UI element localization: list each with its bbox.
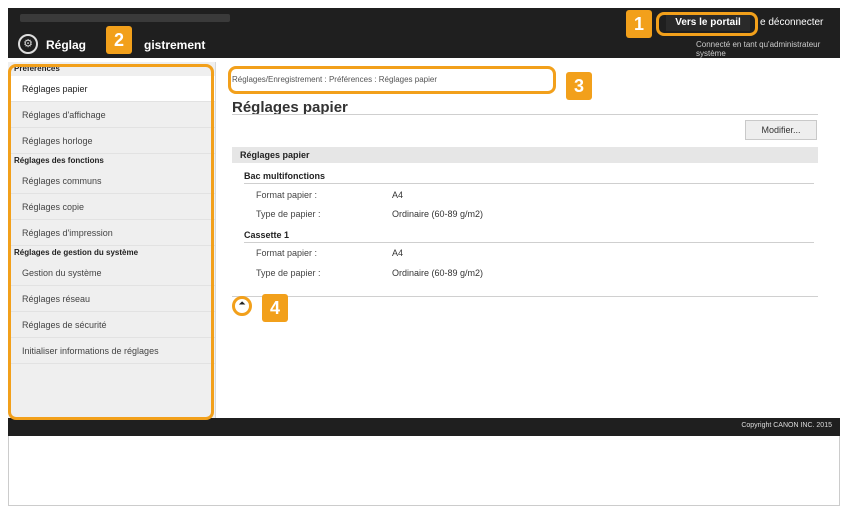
row-value: A4 (392, 248, 404, 258)
footer-area (8, 436, 840, 506)
modify-button[interactable]: Modifier... (745, 120, 817, 140)
callout-4-badge: 4 (262, 294, 288, 322)
window-crumb (20, 14, 230, 22)
callout-2-highlight (8, 64, 214, 420)
callout-3-badge: 3 (566, 72, 592, 100)
app-title-continued: gistrement (144, 38, 206, 52)
copyright: Copyright CANON INC. 2015 (741, 422, 832, 429)
group-divider (244, 242, 814, 243)
callout-1-highlight (656, 12, 758, 36)
group-title-multipurpose-tray: Bac multifonctions (244, 171, 326, 181)
page: ⚙ Réglag gistrement Vers le portail e dé… (8, 0, 840, 506)
logout-link[interactable]: e déconnecter (760, 17, 823, 28)
app-title: Réglag (46, 38, 87, 52)
callout-3-highlight (228, 66, 556, 94)
group-divider (244, 183, 814, 184)
callout-1-badge: 1 (626, 10, 652, 38)
callout-4-highlight (232, 296, 252, 316)
content-divider (232, 296, 818, 297)
footer-bar: Copyright CANON INC. 2015 (8, 418, 840, 436)
section-header: Réglages papier (232, 147, 818, 163)
row-label: Format papier : (256, 248, 318, 258)
row-label: Format papier : (256, 190, 318, 200)
row-value: Ordinaire (60-89 g/m2) (392, 209, 484, 219)
row-label: Type de papier : (256, 268, 321, 278)
title-divider (232, 114, 818, 115)
row-value: Ordinaire (60-89 g/m2) (392, 268, 484, 278)
settings-icon: ⚙ (18, 34, 38, 54)
row-label: Type de papier : (256, 209, 321, 219)
row-value: A4 (392, 190, 404, 200)
group-title-cassette-1: Cassette 1 (244, 230, 290, 240)
admin-label: Connecté en tant qu'administrateur systè… (696, 40, 821, 58)
callout-2-badge: 2 (106, 26, 132, 54)
